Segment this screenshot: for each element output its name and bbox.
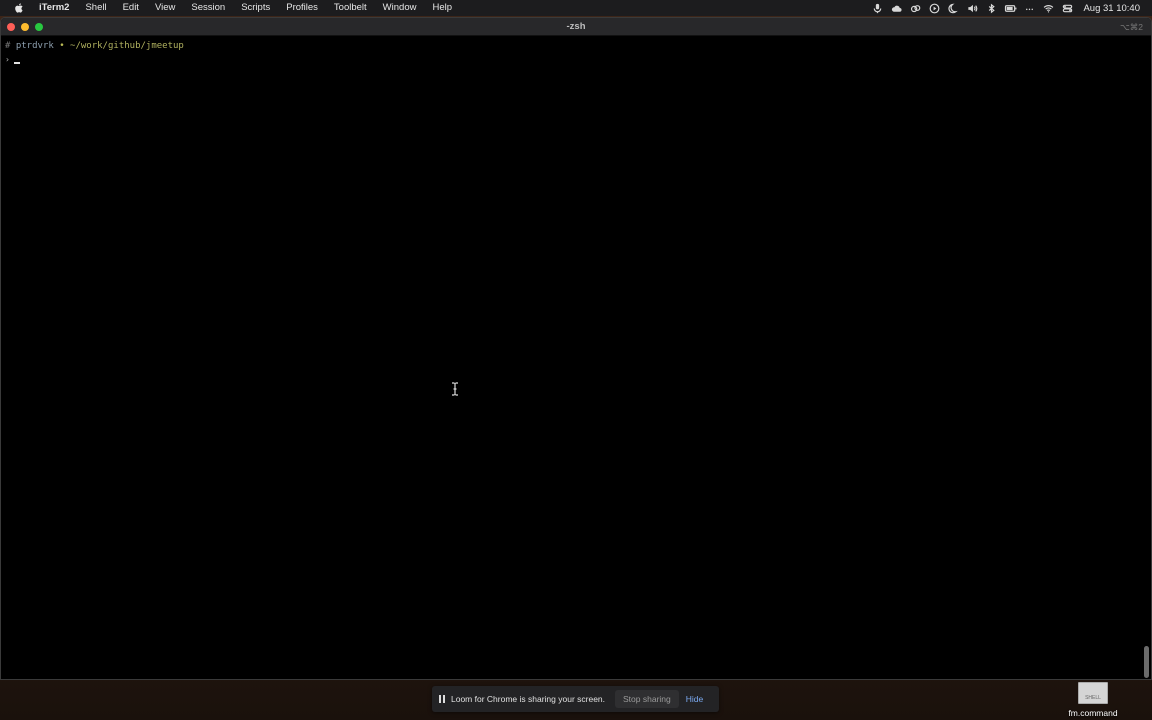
volume-icon[interactable] (964, 0, 982, 16)
creative-cloud-icon[interactable] (907, 0, 925, 16)
menu-edit[interactable]: Edit (115, 0, 147, 16)
battery-icon[interactable] (1002, 0, 1020, 16)
menu-profiles[interactable]: Profiles (278, 0, 326, 16)
stop-sharing-button[interactable]: Stop sharing (615, 690, 679, 708)
menu-scripts[interactable]: Scripts (233, 0, 278, 16)
desktop-file-name[interactable]: fm.command (1063, 708, 1123, 718)
iterm-window: -zsh ⌥⌘2 # ptrdvrk • ~/work/github/jmeet… (0, 17, 1152, 680)
control-center-icon[interactable] (1059, 0, 1077, 16)
terminal-view[interactable]: # ptrdvrk • ~/work/github/jmeetup › (1, 36, 1151, 679)
window-title: -zsh (566, 21, 586, 32)
ibeam-cursor-icon (451, 382, 459, 396)
menu-help[interactable]: Help (424, 0, 460, 16)
input-line[interactable]: › (5, 53, 1147, 66)
file-thumbnail-icon[interactable]: SHELL (1078, 682, 1108, 704)
menu-view[interactable]: View (147, 0, 183, 16)
menubar-clock[interactable]: Aug 31 10:40 (1083, 3, 1140, 14)
prompt-line: # ptrdvrk • ~/work/github/jmeetup (5, 40, 1147, 53)
menu-bar: iTerm2 Shell Edit View Session Scripts P… (0, 0, 1152, 16)
file-thumbnail-label: SHELL (1085, 695, 1101, 701)
dots-icon[interactable] (1021, 0, 1039, 16)
loom-sharing-bar: Loom for Chrome is sharing your screen. … (432, 686, 719, 712)
wifi-icon[interactable] (1040, 0, 1058, 16)
apple-menu-icon[interactable] (0, 2, 38, 14)
prompt-hash: # (5, 41, 11, 51)
prompt-separator: • (59, 41, 65, 51)
desktop-file[interactable]: SHELL fm.command (1063, 682, 1123, 718)
loom-sharing-message: Loom for Chrome is sharing your screen. (451, 694, 606, 704)
menu-window[interactable]: Window (375, 0, 425, 16)
prompt-symbol: › (5, 55, 10, 64)
terminal-scrollbar[interactable] (1144, 646, 1149, 678)
pause-icon[interactable] (439, 695, 447, 703)
moon-icon[interactable] (945, 0, 963, 16)
window-titlebar[interactable]: -zsh ⌥⌘2 (1, 18, 1151, 36)
prompt-user: ptrdvrk (15, 41, 54, 51)
microphone-icon[interactable] (869, 0, 887, 16)
menu-shell[interactable]: Shell (77, 0, 114, 16)
window-shortcut: ⌥⌘2 (1119, 22, 1143, 32)
menu-toolbelt[interactable]: Toolbelt (326, 0, 375, 16)
menu-session[interactable]: Session (183, 0, 233, 16)
hide-button[interactable]: Hide (686, 694, 703, 704)
cloud-icon[interactable] (888, 0, 906, 16)
app-menu-iterm2[interactable]: iTerm2 (38, 0, 77, 16)
bluetooth-icon[interactable] (983, 0, 1001, 16)
prompt-path: ~/work/github/jmeetup (70, 41, 184, 51)
text-cursor (13, 62, 20, 64)
play-icon[interactable] (926, 0, 944, 16)
